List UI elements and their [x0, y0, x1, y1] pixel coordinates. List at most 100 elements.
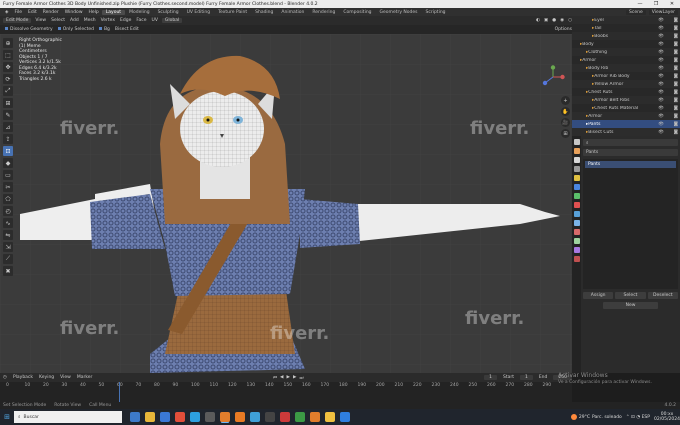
object-name-field[interactable]: Pants [583, 149, 678, 156]
current-frame-field[interactable]: 1 [484, 375, 497, 380]
properties-tab-icon[interactable] [573, 247, 580, 253]
properties-tab-icon[interactable] [573, 211, 580, 217]
render-camera-icon[interactable]: ◙ [664, 50, 678, 55]
ortho-toggle-icon[interactable]: ⊞ [561, 129, 570, 138]
visibility-eye-icon[interactable]: 👁 [650, 26, 664, 31]
visibility-eye-icon[interactable]: 👁 [650, 90, 664, 95]
overlay-toggle-icon[interactable]: ◐ [536, 18, 540, 23]
dissolve-geometry-checkbox[interactable]: Dissolve Geometry [5, 27, 53, 32]
menu-window[interactable]: Window [62, 10, 86, 15]
scale-icon[interactable]: ⤢ [3, 86, 13, 96]
properties-tab-icon[interactable] [573, 166, 580, 172]
options-dropdown[interactable]: Options [555, 27, 572, 32]
viewport-menu-select[interactable]: Select [51, 18, 65, 23]
cursor-icon[interactable]: ⊕ [3, 38, 13, 48]
properties-tab-icon[interactable] [573, 220, 580, 226]
viewport-menu-view[interactable]: View [35, 18, 46, 23]
properties-tab-icon[interactable] [573, 202, 580, 208]
render-camera-icon[interactable]: ◙ [664, 114, 678, 119]
visibility-eye-icon[interactable]: 👁 [650, 34, 664, 39]
visibility-eye-icon[interactable]: 👁 [650, 106, 664, 111]
outliner-row[interactable]: ▸ Body Rib 👁 ◙ [572, 64, 680, 72]
render-camera-icon[interactable]: ◙ [664, 42, 678, 47]
new-material-button[interactable]: New [603, 302, 658, 309]
properties-tab-icon[interactable] [573, 148, 580, 154]
spin-icon[interactable]: ◴ [3, 206, 13, 216]
render-camera-icon[interactable]: ◙ [664, 34, 678, 39]
view-layer-field[interactable]: ViewLayer [648, 9, 678, 15]
outliner-row[interactable]: ▸ Body 👁 ◙ [572, 40, 680, 48]
outliner-row[interactable]: ▸ Armor 👁 ◙ [572, 112, 680, 120]
workspace-tab-scripting[interactable]: Scripting [422, 10, 450, 15]
minimize-button[interactable]: — [632, 1, 648, 7]
timeline-menu-playback[interactable]: Playback [13, 375, 33, 380]
workspace-tab-rendering[interactable]: Rendering [308, 10, 339, 15]
only-selected-checkbox[interactable]: Only Selected [58, 27, 94, 32]
menu-file[interactable]: File [11, 10, 25, 15]
taskbar-app-icon[interactable] [145, 412, 155, 422]
outliner-row[interactable]: ▸ Armor Belt Ribs 👁 ◙ [572, 96, 680, 104]
visibility-eye-icon[interactable]: 👁 [650, 42, 664, 47]
properties-tab-icon[interactable] [573, 175, 580, 181]
properties-tab-icon[interactable] [573, 184, 580, 190]
properties-tab-icon[interactable] [573, 139, 580, 145]
material-slot-item[interactable]: Pants [585, 161, 676, 168]
smooth-icon[interactable]: ∿ [3, 218, 13, 228]
outliner-row[interactable]: ▸ Armor Rib Body 👁 ◙ [572, 72, 680, 80]
viewport-menu-edge[interactable]: Edge [120, 18, 131, 23]
visibility-eye-icon[interactable]: 👁 [650, 66, 664, 71]
navigation-gizmo[interactable] [541, 65, 565, 89]
visibility-eye-icon[interactable]: 👁 [650, 50, 664, 55]
inset-icon[interactable]: ⊡ [3, 146, 13, 156]
deselect-button[interactable]: Deselect [647, 292, 678, 299]
workspace-tab-shading[interactable]: Shading [251, 10, 277, 15]
jump-start-icon[interactable]: ⏮ [273, 375, 277, 381]
menu-help[interactable]: Help [86, 10, 102, 15]
taskbar-app-icon[interactable] [130, 412, 140, 422]
viewport-menu-uv[interactable]: UV [152, 18, 158, 23]
properties-tab-icon[interactable] [573, 193, 580, 199]
taskbar-app-icon[interactable] [220, 412, 230, 422]
visibility-eye-icon[interactable]: 👁 [650, 74, 664, 79]
taskbar-app-icon[interactable] [325, 412, 335, 422]
assign-button[interactable]: Assign [583, 292, 614, 299]
menu-render[interactable]: Render [40, 10, 62, 15]
loopcut-icon[interactable]: ▭ [3, 170, 13, 180]
properties-tab-icon[interactable] [573, 157, 580, 163]
bg-checkbox[interactable]: Bg [99, 27, 110, 32]
visibility-eye-icon[interactable]: 👁 [650, 114, 664, 119]
taskbar-app-icon[interactable] [265, 412, 275, 422]
select-icon[interactable]: ⬚ [3, 50, 13, 60]
outliner-row[interactable]: ▸ Bisect Cuts 👁 ◙ [572, 128, 680, 136]
timeline-area[interactable]: 0102030405060708090100110120130140150160… [0, 382, 572, 402]
visibility-eye-icon[interactable]: 👁 [650, 58, 664, 63]
rip-icon[interactable]: ✖ [3, 266, 13, 276]
edge-slide-icon[interactable]: ⇋ [3, 230, 13, 240]
taskbar-app-icon[interactable] [280, 412, 290, 422]
knife-icon[interactable]: ✂ [3, 182, 13, 192]
shrink-icon[interactable]: ⇲ [3, 242, 13, 252]
close-button[interactable]: ✕ [664, 1, 680, 7]
mode-dropdown[interactable]: Edit Mode [3, 18, 32, 23]
timeline-editor-icon[interactable]: ◷ [3, 375, 7, 380]
viewport-menu-vertex[interactable]: Vertex [101, 18, 115, 23]
taskbar-app-icon[interactable] [295, 412, 305, 422]
render-camera-icon[interactable]: ◙ [664, 18, 678, 23]
bevel-icon[interactable]: ◆ [3, 158, 13, 168]
visibility-eye-icon[interactable]: 👁 [650, 18, 664, 23]
workspace-tab-uv-editing[interactable]: UV Editing [183, 10, 214, 15]
weather-widget[interactable]: 29°C Parc. soleado [570, 414, 626, 420]
start-frame-field[interactable]: 1 [519, 375, 533, 380]
extrude-icon[interactable]: ⇪ [3, 134, 13, 144]
taskbar-app-icon[interactable] [235, 412, 245, 422]
outliner-row[interactable]: ▸ Tail 👁 ◙ [572, 24, 680, 32]
taskbar-app-icon[interactable] [190, 412, 200, 422]
render-camera-icon[interactable]: ◙ [664, 26, 678, 31]
outliner-row[interactable]: ▸ Chest Ruts Material 👁 ◙ [572, 104, 680, 112]
viewport-menu-face[interactable]: Face [136, 18, 146, 23]
workspace-tab-texture-paint[interactable]: Texture Paint [214, 10, 251, 15]
next-key-icon[interactable]: ▶ [293, 375, 296, 381]
viewport-menu-add[interactable]: Add [70, 18, 79, 23]
clock[interactable]: 00:xx 02/05/2024 [654, 412, 680, 422]
outliner-row[interactable]: ▸ Pants 👁 ◙ [572, 120, 680, 128]
